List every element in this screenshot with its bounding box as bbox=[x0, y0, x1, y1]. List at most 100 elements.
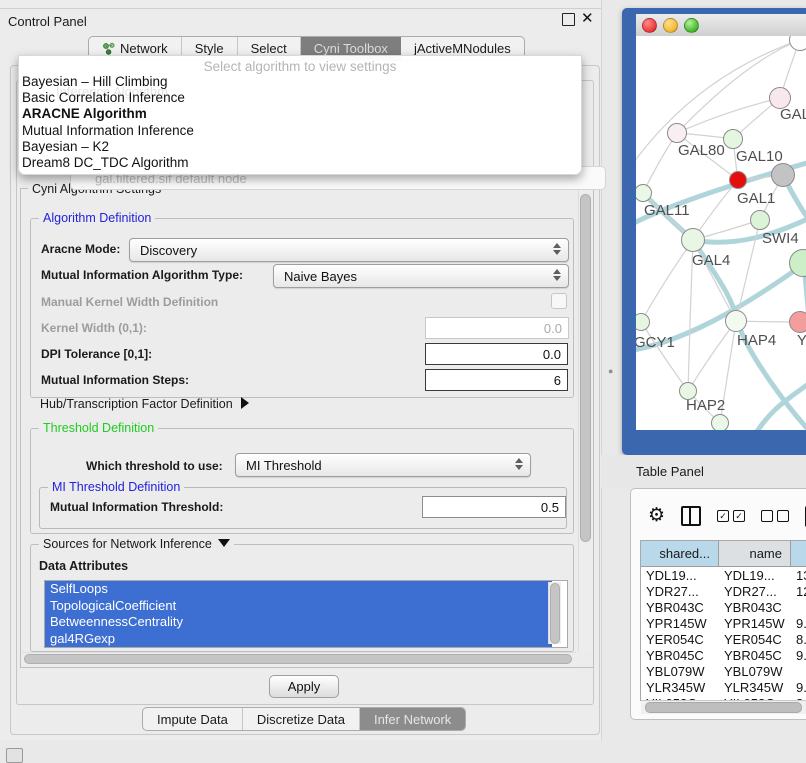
deselect-all-icon[interactable] bbox=[761, 510, 789, 522]
data-attributes-list[interactable]: SelfLoopsTopologicalCoefficientBetweenne… bbox=[44, 580, 568, 648]
node-gal4[interactable] bbox=[681, 228, 705, 252]
manual-kernel-checkbox[interactable] bbox=[551, 293, 567, 309]
network-window-titlebar[interactable] bbox=[636, 14, 806, 37]
close-traffic-light-icon[interactable] bbox=[642, 18, 657, 33]
algorithm-definition-group: Algorithm Definition Aracne Mode: Discov… bbox=[30, 218, 574, 398]
node-label-gal80: GAL80 bbox=[678, 142, 725, 159]
algorithm-option[interactable]: ARACNE Algorithm bbox=[21, 106, 577, 122]
attribute-list-item[interactable]: gal4RGexp bbox=[45, 631, 552, 648]
table-row[interactable]: YDR27...YDR27...12 bbox=[641, 583, 806, 599]
table-cell: YER054C bbox=[719, 631, 791, 647]
table-cell: 9. bbox=[791, 679, 806, 695]
table-body: YDL19...YDL19...13YDR27...YDR27...12YBR0… bbox=[641, 567, 806, 701]
algorithm-option[interactable]: Dream8 DC_TDC Algorithm bbox=[21, 155, 577, 171]
table-cell: YPR145W bbox=[719, 615, 791, 631]
column-header-0[interactable]: shared... bbox=[641, 541, 719, 566]
table-cell: 9. bbox=[791, 615, 806, 631]
apply-button[interactable]: Apply bbox=[269, 675, 339, 698]
settings-vertical-scrollbar-thumb[interactable] bbox=[580, 194, 591, 542]
network-view-window[interactable]: GALGAL80GAL10GAL1GAL11SWI4GAL4GCY1HAP4YH… bbox=[622, 8, 806, 455]
node-swi4[interactable] bbox=[750, 210, 770, 230]
node-red[interactable] bbox=[729, 171, 747, 189]
node-label-hap4: HAP4 bbox=[737, 332, 776, 349]
table-cell: YPR145W bbox=[641, 615, 719, 631]
table-row[interactable]: YBR043CYBR043C bbox=[641, 599, 806, 615]
bottom-tab-infer-network[interactable]: Infer Network bbox=[360, 708, 465, 730]
table-header-row: shared...name bbox=[641, 541, 806, 567]
table-cell bbox=[791, 599, 806, 615]
aracne-mode-value: Discovery bbox=[140, 243, 197, 258]
kernel-width-value: 0.0 bbox=[544, 321, 562, 336]
table-row[interactable]: YBR045CYBR045C9. bbox=[641, 647, 806, 663]
node-label-hap2: HAP2 bbox=[686, 397, 725, 414]
algorithm-option[interactable]: Basic Correlation Inference bbox=[21, 90, 577, 106]
algorithm-definition-title: Algorithm Definition bbox=[39, 211, 155, 225]
bottom-tab-impute-data[interactable]: Impute Data bbox=[143, 708, 243, 730]
node-label-gal11: GAL11 bbox=[644, 202, 690, 219]
bottom-tab-discretize-data[interactable]: Discretize Data bbox=[243, 708, 360, 730]
node-hap4[interactable] bbox=[725, 310, 747, 332]
table-row[interactable]: YPR145WYPR145W9. bbox=[641, 615, 806, 631]
splitter-handle[interactable]: ● bbox=[608, 366, 616, 377]
algorithm-option[interactable]: Mutual Information Inference bbox=[21, 123, 577, 139]
hub-tf-label: Hub/Transcription Factor Definition bbox=[40, 397, 233, 411]
mi-steps-field[interactable]: 6 bbox=[425, 369, 568, 391]
node-bottom[interactable] bbox=[711, 414, 729, 430]
table-row[interactable]: YBL079WYBL079W bbox=[641, 663, 806, 679]
which-threshold-combo[interactable]: MI Threshold bbox=[235, 453, 531, 477]
table-row[interactable]: YLR345WYLR345W9. bbox=[641, 679, 806, 695]
collapse-arrow-icon[interactable] bbox=[218, 539, 230, 547]
mi-threshold-value: 0.5 bbox=[541, 500, 559, 515]
tab-label: Network bbox=[120, 41, 168, 56]
docked-panel-icon[interactable] bbox=[6, 748, 23, 763]
zoom-traffic-light-icon[interactable] bbox=[684, 18, 699, 33]
columns-icon[interactable] bbox=[681, 506, 701, 526]
attribute-list-item[interactable]: TopologicalCoefficient bbox=[45, 598, 552, 615]
attributes-scrollbar-thumb[interactable] bbox=[550, 583, 560, 644]
control-panel-title: Control Panel bbox=[8, 14, 87, 29]
mi-type-combo[interactable]: Naive Bayes bbox=[273, 264, 569, 288]
expand-arrow-icon bbox=[241, 397, 249, 409]
minimize-traffic-light-icon[interactable] bbox=[663, 18, 678, 33]
attribute-list-item[interactable]: BetweennessCentrality bbox=[45, 614, 552, 631]
table-row[interactable]: YDL19...YDL19...13 bbox=[641, 567, 806, 583]
aracne-mode-combo[interactable]: Discovery bbox=[129, 238, 569, 262]
table-toolbar: ⚙ ✓✓ bbox=[632, 497, 806, 535]
mi-type-value: Naive Bayes bbox=[284, 269, 357, 284]
table-row[interactable]: YER054CYER054C8. bbox=[641, 631, 806, 647]
close-icon[interactable]: ✕ bbox=[581, 10, 594, 28]
gear-icon[interactable]: ⚙ bbox=[648, 506, 665, 526]
algorithm-options-list: Bayesian – Hill ClimbingBasic Correlatio… bbox=[21, 74, 577, 171]
node-label-gal1: GAL1 bbox=[737, 190, 775, 207]
threshold-definition-group: Threshold Definition Which threshold to … bbox=[30, 428, 574, 534]
kernel-width-field[interactable]: 0.0 bbox=[425, 317, 569, 339]
float-window-icon[interactable] bbox=[562, 13, 575, 26]
node-label-gcy1: GCY1 bbox=[636, 334, 675, 351]
spinner-arrows-icon bbox=[553, 269, 561, 281]
table-horizontal-scrollbar-thumb[interactable] bbox=[645, 702, 802, 713]
node-salmon[interactable] bbox=[789, 311, 806, 333]
dpi-tolerance-field[interactable]: 0.0 bbox=[425, 343, 568, 365]
tab-label: jActiveMNodules bbox=[414, 41, 511, 56]
node-gray[interactable] bbox=[771, 163, 795, 187]
mi-threshold-field[interactable]: 0.5 bbox=[422, 496, 566, 518]
mi-threshold-label: Mutual Information Threshold: bbox=[50, 500, 223, 514]
dpi-tolerance-label: DPI Tolerance [0,1]: bbox=[41, 347, 152, 361]
algorithm-option[interactable]: Bayesian – K2 bbox=[21, 139, 577, 155]
sources-group-title: Sources for Network Inference bbox=[39, 537, 234, 551]
node-gal10[interactable] bbox=[723, 129, 743, 149]
select-all-icon[interactable]: ✓✓ bbox=[717, 510, 745, 522]
mi-steps-label: Mutual Information Steps: bbox=[41, 373, 189, 387]
algorithm-option[interactable]: Bayesian – Hill Climbing bbox=[21, 74, 577, 90]
settings-horizontal-scrollbar-thumb[interactable] bbox=[24, 654, 572, 664]
table-cell: 13 bbox=[791, 567, 806, 583]
network-canvas[interactable]: GALGAL80GAL10GAL1GAL11SWI4GAL4GCY1HAP4YH… bbox=[636, 36, 806, 430]
node-table: shared...name YDL19...YDL19...13YDR27...… bbox=[640, 540, 806, 701]
column-header-2[interactable] bbox=[791, 541, 806, 566]
node-label-gal10: GAL10 bbox=[736, 148, 783, 165]
column-header-1[interactable]: name bbox=[719, 541, 791, 566]
hub-tf-expander[interactable]: Hub/Transcription Factor Definition bbox=[40, 397, 249, 411]
spinner-arrows-icon bbox=[515, 458, 523, 470]
node-gal80[interactable] bbox=[667, 123, 687, 143]
attribute-list-item[interactable]: SelfLoops bbox=[45, 581, 552, 598]
